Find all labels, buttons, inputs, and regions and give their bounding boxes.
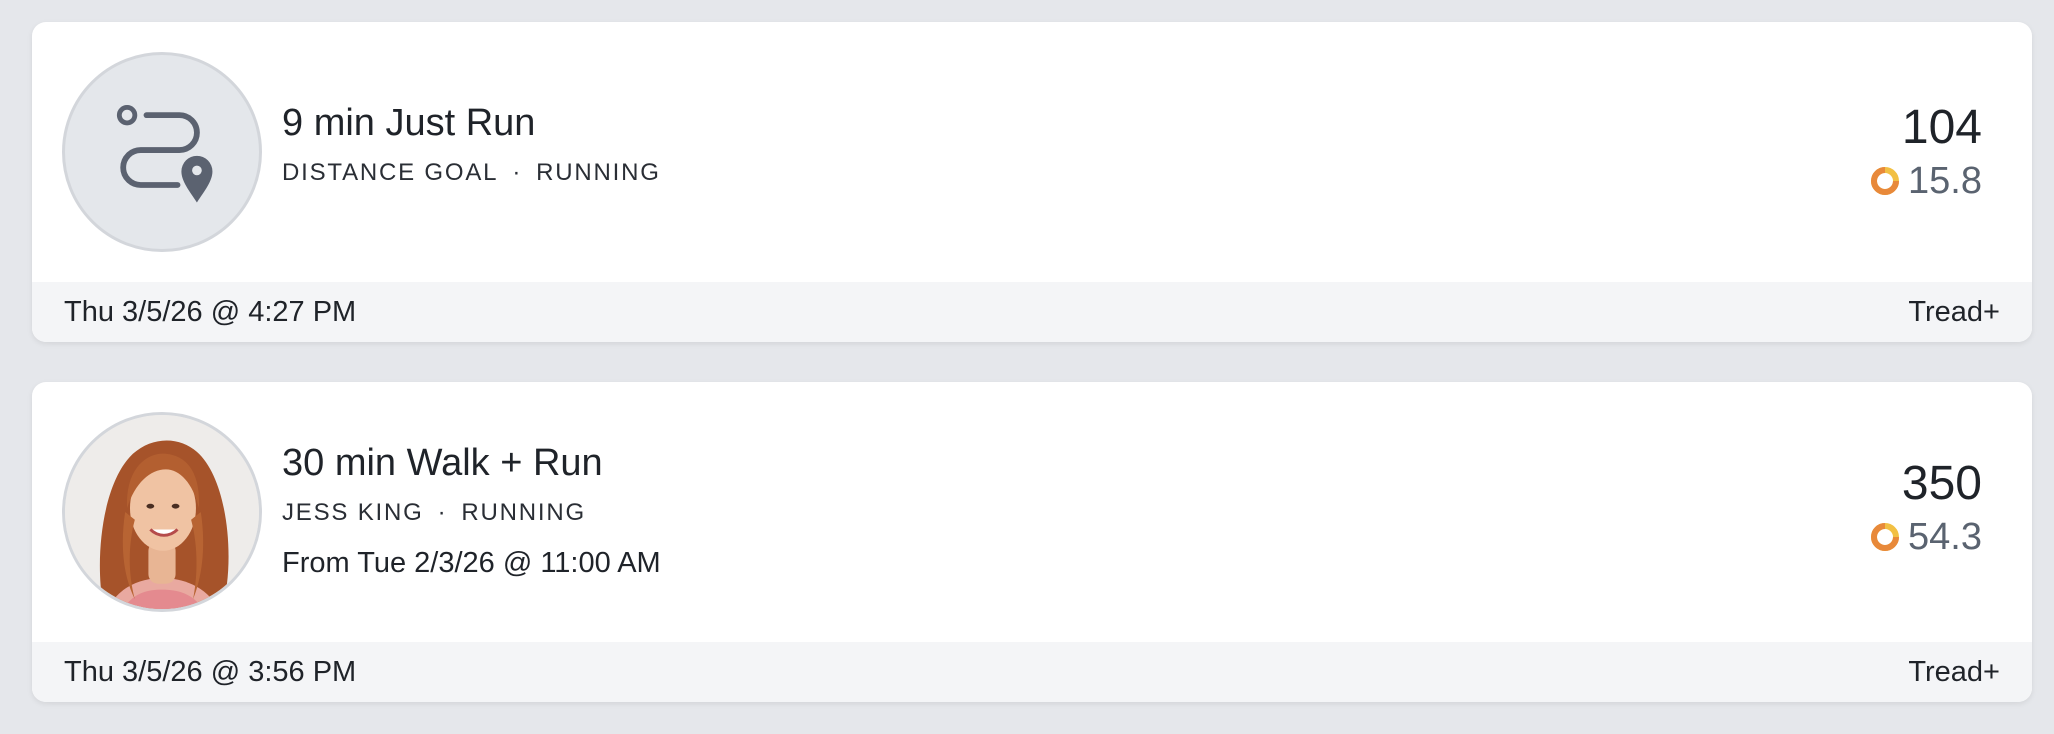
workout-stats: 350 54.3 <box>1870 460 1982 556</box>
points-row: 54.3 <box>1870 518 1982 556</box>
output-value: 350 <box>1901 457 1982 510</box>
instructor-photo <box>65 415 259 609</box>
activity-ring-icon <box>1871 523 1900 551</box>
workout-info: 9 min Just Run DISTANCE GOAL · RUNNING <box>282 102 661 187</box>
workout-device: Tread+ <box>1908 295 2000 328</box>
workout-title: 9 min Just Run <box>282 102 536 144</box>
instructor-name: JESS KING <box>282 499 424 526</box>
workout-card-footer: Thu 3/5/26 @ 4:27 PM Tread+ <box>32 282 2032 342</box>
workout-meta: JESS KING · RUNNING <box>282 499 661 527</box>
workout-card[interactable]: 9 min Just Run DISTANCE GOAL · RUNNING 104… <box>32 22 2032 342</box>
route-avatar <box>62 52 262 252</box>
points-row: 15.8 <box>1870 162 1982 200</box>
output-value: 104 <box>1901 101 1982 154</box>
workout-card-footer: Thu 3/5/26 @ 3:56 PM Tread+ <box>32 642 2032 702</box>
workout-device: Tread+ <box>1908 655 2000 688</box>
workout-card-main: 30 min Walk + Run JESS KING · RUNNING From… <box>32 382 2032 642</box>
workout-info: 30 min Walk + Run JESS KING · RUNNING From… <box>282 442 661 580</box>
workout-date: Thu 3/5/26 @ 3:56 PM <box>64 655 357 688</box>
points-value: 54.3 <box>1908 516 1982 558</box>
points-value: 15.8 <box>1908 160 1982 202</box>
workout-title: 30 min Walk + Run <box>282 442 603 484</box>
workout-category: DISTANCE GOAL <box>282 159 499 186</box>
workout-discipline: RUNNING <box>461 499 586 526</box>
route-pin-icon <box>116 104 213 203</box>
instructor-avatar <box>62 412 262 612</box>
workout-meta: DISTANCE GOAL · RUNNING <box>282 159 661 187</box>
workout-date: Thu 3/5/26 @ 4:27 PM <box>64 295 357 328</box>
workout-card-main: 9 min Just Run DISTANCE GOAL · RUNNING 104… <box>32 22 2032 282</box>
activity-ring-icon <box>1871 167 1900 195</box>
workout-stats: 104 15.8 <box>1870 104 1982 200</box>
meta-separator: · <box>437 499 448 526</box>
meta-separator: · <box>512 159 523 186</box>
original-air-date: From Tue 2/3/26 @ 11:00 AM <box>282 547 661 579</box>
workout-card[interactable]: 30 min Walk + Run JESS KING · RUNNING From… <box>32 382 2032 702</box>
workout-discipline: RUNNING <box>536 159 661 186</box>
